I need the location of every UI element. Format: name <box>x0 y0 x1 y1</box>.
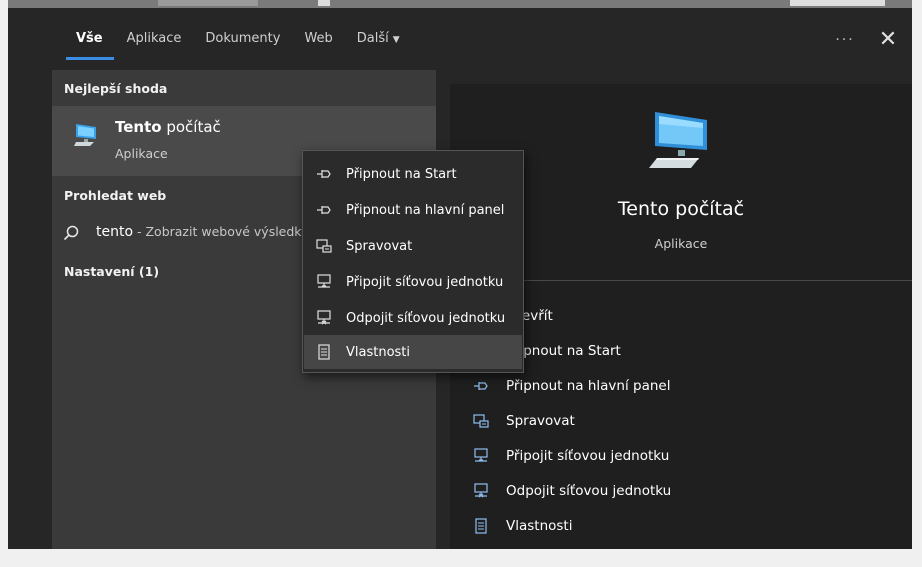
menu-item-label: Vlastnosti <box>346 344 411 360</box>
best-match-title: Tento počítač <box>115 118 221 136</box>
tab-documents[interactable]: Dokumenty <box>193 24 292 54</box>
screen-edge-right <box>912 0 922 567</box>
background-window-strip <box>8 0 912 8</box>
menu-item-pin-taskbar[interactable]: Připnout na hlavní panel <box>304 193 522 227</box>
pin-icon <box>472 377 490 395</box>
action-label: Odpojit síťovou jednotku <box>506 482 672 499</box>
action-properties[interactable]: Vlastnosti <box>472 508 671 543</box>
tab-all[interactable]: Vše <box>52 24 115 60</box>
computer-icon <box>72 120 100 148</box>
action-label: Vlastnosti <box>506 517 573 534</box>
menu-item-label: Odpojit síťovou jednotku <box>346 310 506 326</box>
screen-edge-left <box>0 0 8 567</box>
web-search-heading: Prohledat web <box>64 188 167 203</box>
action-manage[interactable]: Spravovat <box>472 403 671 438</box>
pin-icon <box>316 202 332 218</box>
menu-item-label: Spravovat <box>346 238 413 254</box>
settings-heading: Nastavení (1) <box>64 264 160 279</box>
web-search-text: tento - Zobrazit webové výsledky <box>96 224 309 240</box>
menu-item-map-drive[interactable]: Připojit síťovou jednotku <box>304 265 522 299</box>
screen-edge-bottom <box>0 549 922 567</box>
properties-icon <box>472 517 490 535</box>
chevron-down-icon: ▼ <box>392 35 400 45</box>
action-disconnect-drive[interactable]: Odpojit síťovou jednotku <box>472 473 671 508</box>
filter-tabs: Vše Aplikace Dokumenty Web Další ▼ <box>52 24 412 60</box>
tab-apps[interactable]: Aplikace <box>115 24 194 54</box>
menu-item-pin-start[interactable]: Připnout na Start <box>304 157 522 191</box>
action-label: Připojit síťovou jednotku <box>506 447 670 464</box>
menu-item-label: Připnout na hlavní panel <box>346 202 505 218</box>
action-pin-taskbar[interactable]: Připnout na hlavní panel <box>472 368 671 403</box>
menu-item-disconnect-drive[interactable]: Odpojit síťovou jednotku <box>304 301 522 335</box>
manage-icon <box>472 412 490 430</box>
close-icon[interactable]: ✕ <box>874 26 902 54</box>
ellipsis-icon[interactable]: ··· <box>830 30 860 50</box>
properties-icon <box>316 344 332 360</box>
background-window <box>8 8 52 549</box>
disconnect-drive-icon <box>472 482 490 500</box>
pin-icon <box>316 166 332 182</box>
manage-icon <box>316 238 332 254</box>
map-drive-icon <box>316 274 332 290</box>
tab-more[interactable]: Další ▼ <box>345 24 412 54</box>
action-map-drive[interactable]: Připojit síťovou jednotku <box>472 438 671 473</box>
context-menu: Připnout na Start Připnout na hlavní pan… <box>302 150 524 373</box>
disconnect-drive-icon <box>316 310 332 326</box>
menu-item-properties[interactable]: Vlastnosti <box>304 335 522 369</box>
action-label: Spravovat <box>506 412 575 429</box>
action-label: Připnout na hlavní panel <box>506 377 671 394</box>
best-match-subtitle: Aplikace <box>115 146 168 161</box>
menu-item-label: Připojit síťovou jednotku <box>346 274 504 290</box>
computer-icon <box>647 106 715 174</box>
menu-item-manage[interactable]: Spravovat <box>304 229 522 263</box>
search-icon <box>62 224 80 242</box>
tab-web[interactable]: Web <box>292 24 344 54</box>
best-match-heading: Nejlepší shoda <box>64 81 168 96</box>
tab-more-label: Další <box>356 31 389 46</box>
menu-item-label: Připnout na Start <box>346 166 457 182</box>
map-drive-icon <box>472 447 490 465</box>
